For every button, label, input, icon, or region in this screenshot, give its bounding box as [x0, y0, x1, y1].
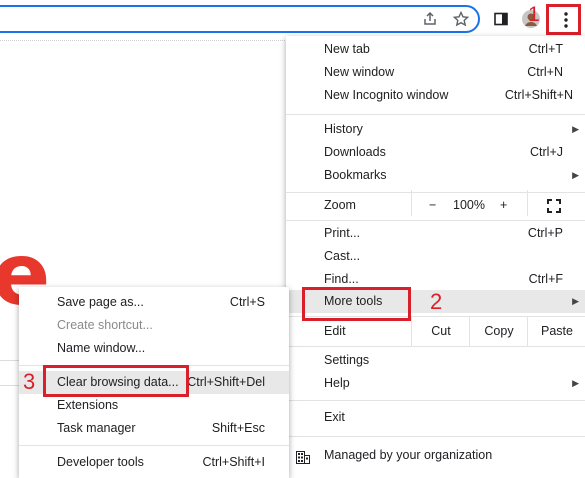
menu-item-label: Bookmarks [324, 168, 387, 182]
organization-building-icon [296, 449, 310, 472]
menu-item-label: New Incognito window [324, 88, 449, 102]
menu-item-edit: Edit Cut Copy Paste [286, 316, 585, 346]
submenu-arrow-icon: ▶ [572, 296, 579, 306]
menu-separator [286, 220, 585, 221]
zoom-divider [411, 190, 412, 216]
menu-item-cast[interactable]: Cast... [286, 245, 585, 268]
browser-toolbar: 1 [0, 0, 585, 38]
paste-button[interactable]: Paste [527, 316, 585, 346]
submenu-arrow-icon: ▶ [572, 124, 579, 134]
menu-item-help[interactable]: Help ▶ [286, 372, 585, 395]
shortcut-label: Ctrl+J [530, 145, 563, 159]
menu-item-managed-by-organization[interactable]: Managed by your organization [286, 444, 585, 467]
fullscreen-icon[interactable] [547, 198, 561, 221]
menu-item-label: New tab [324, 42, 370, 56]
submenu-item-task-manager[interactable]: Task manager Shift+Esc [19, 417, 289, 440]
shortcut-label: Ctrl+S [229, 295, 265, 309]
menu-item-history[interactable]: History ▶ [286, 118, 585, 141]
submenu-item-name-window[interactable]: Name window... [19, 337, 289, 360]
menu-item-label: Exit [324, 410, 345, 424]
shortcut-label: Shift+Esc [211, 421, 265, 435]
copy-button[interactable]: Copy [469, 316, 528, 346]
highlight-box-more-tools [302, 287, 411, 321]
menu-item-label: Print... [324, 226, 361, 240]
shortcut-label: Ctrl+F [528, 272, 563, 286]
menu-item-label: History [324, 122, 363, 136]
menu-item-label: Create shortcut... [57, 318, 153, 332]
menu-item-print[interactable]: Print... Ctrl+P [286, 222, 585, 245]
highlight-box-menu-button [546, 4, 581, 35]
shortcut-label: Ctrl+Shift+N [504, 88, 573, 102]
submenu-item-extensions[interactable]: Extensions [19, 394, 289, 417]
share-icon[interactable] [419, 8, 441, 30]
menu-item-bookmarks[interactable]: Bookmarks ▶ [286, 164, 585, 187]
submenu-item-save-page-as[interactable]: Save page as... Ctrl+S [19, 291, 289, 314]
bookmark-star-icon[interactable] [450, 8, 472, 30]
side-panel-icon[interactable] [490, 8, 512, 30]
address-bar[interactable] [0, 5, 480, 33]
submenu-item-developer-tools[interactable]: Developer tools Ctrl+Shift+I [19, 451, 289, 474]
submenu-arrow-icon: ▶ [572, 378, 579, 388]
zoom-divider [527, 190, 528, 216]
cut-button[interactable]: Cut [411, 316, 470, 346]
menu-item-label: Task manager [57, 421, 136, 435]
submenu-arrow-icon: ▶ [572, 170, 579, 180]
menu-item-label: Save page as... [57, 295, 144, 309]
menu-item-label: Cast... [324, 249, 361, 263]
zoom-in-button[interactable]: + [500, 194, 507, 217]
menu-item-label: Managed by your organization [324, 448, 493, 462]
menu-item-new-tab[interactable]: New tab Ctrl+T [286, 38, 585, 61]
step-number-1: 1 [528, 3, 540, 26]
menu-item-label: New window [324, 65, 395, 79]
chrome-main-menu: New tab Ctrl+T New window Ctrl+N New Inc… [286, 36, 585, 478]
shortcut-label: Ctrl+P [527, 226, 563, 240]
menu-item-downloads[interactable]: Downloads Ctrl+J [286, 141, 585, 164]
step-number-3: 3 [23, 369, 36, 394]
shortcut-label: Ctrl+Shift+I [202, 455, 265, 469]
submenu-item-create-shortcut: Create shortcut... [19, 314, 289, 337]
highlight-box-clear-browsing-data [43, 365, 189, 397]
menu-separator [286, 192, 585, 193]
menu-item-label: Developer tools [57, 455, 144, 469]
menu-item-label: Name window... [57, 341, 146, 355]
step-number-2: 2 [430, 289, 443, 314]
menu-item-new-window[interactable]: New window Ctrl+N [286, 61, 585, 84]
zoom-level: 100% [453, 198, 485, 212]
menu-item-settings[interactable]: Settings [286, 349, 585, 372]
shortcut-label: Ctrl+N [527, 65, 563, 79]
menu-item-label: Settings [324, 353, 370, 367]
zoom-controls: − 100% + [411, 190, 585, 217]
menu-item-new-incognito-window[interactable]: New Incognito window Ctrl+Shift+N [286, 84, 585, 107]
menu-item-label: Downloads [324, 145, 386, 159]
menu-separator [19, 445, 289, 446]
menu-item-exit[interactable]: Exit [286, 406, 585, 429]
shortcut-label: Ctrl+T [528, 42, 563, 56]
zoom-out-button[interactable]: − [429, 194, 436, 217]
menu-separator [286, 400, 585, 401]
menu-item-label: Extensions [57, 398, 119, 412]
menu-separator [286, 114, 585, 115]
menu-item-label: Help [324, 376, 350, 390]
menu-separator [286, 346, 585, 347]
page-divider [0, 40, 285, 42]
shortcut-label: Ctrl+Shift+Del [187, 375, 265, 389]
menu-separator [286, 436, 585, 437]
menu-item-label: Zoom [324, 198, 356, 212]
menu-item-zoom: Zoom − 100% + [286, 190, 585, 217]
menu-item-label: Edit [324, 324, 346, 338]
